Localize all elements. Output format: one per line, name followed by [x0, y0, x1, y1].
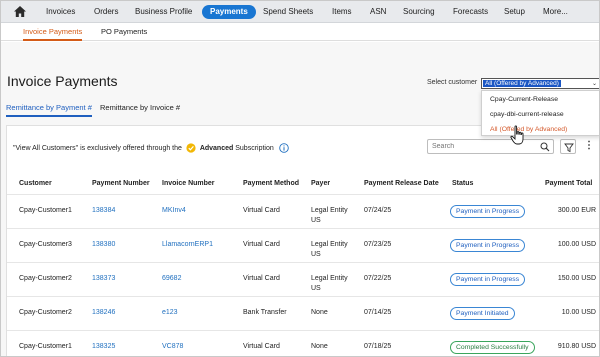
nav-setup[interactable]: Setup [504, 1, 525, 23]
search-box [427, 139, 554, 154]
cell-payment-number[interactable]: 138380 [92, 241, 115, 248]
page-title: Invoice Payments [7, 73, 118, 89]
nav-payments[interactable]: Payments [202, 5, 256, 19]
cell-invoice-number[interactable]: LlamacornERP1 [162, 241, 213, 248]
cell-payment-total: 150.00 USD [557, 275, 596, 282]
cell-payment-total: 300.00 EUR [557, 207, 596, 214]
cell-customer: Cpay-Customer3 [19, 241, 72, 248]
cell-payer: None [311, 343, 328, 350]
cell-payment-number[interactable]: 138325 [92, 343, 115, 350]
subnav-invoice-payments[interactable]: Invoice Payments [23, 23, 83, 41]
nav-asn[interactable]: ASN [370, 1, 386, 23]
search-icon[interactable] [540, 142, 550, 152]
advanced-notice: "View All Customers" is exclusively offe… [13, 143, 289, 153]
notice-suffix: Subscription [235, 144, 274, 152]
cell-payment-total: 100.00 USD [557, 241, 596, 248]
cell-customer: Cpay-Customer2 [19, 309, 72, 316]
cell-release-date: 07/18/25 [364, 343, 392, 350]
tab-remittance-by-payment[interactable]: Remittance by Payment # [6, 101, 92, 117]
col-header-invoice-number: Invoice Number [162, 180, 215, 187]
status-badge: Payment in Progress [450, 205, 526, 218]
cell-release-date: 07/23/25 [364, 241, 392, 248]
status-badge: Payment in Progress [450, 273, 526, 286]
hand-cursor-icon [510, 125, 524, 145]
table-row[interactable]: Cpay-Customer3 138380 LlamacornERP1 Virt… [7, 228, 599, 260]
nav-spend-sheets[interactable]: Spend Sheets [263, 1, 313, 23]
col-header-payment-method: Payment Method [243, 180, 300, 187]
cell-payment-number[interactable]: 138246 [92, 309, 115, 316]
cell-payment-total: 10.00 USD [561, 309, 596, 316]
cell-payer-country: US [311, 285, 321, 292]
cell-payment-method: Virtual Card [243, 343, 280, 350]
customer-dropdown: Cpay-Current-Release cpay-dbi-current-re… [481, 90, 599, 137]
customer-option[interactable]: Cpay-Current-Release [482, 92, 599, 107]
chevron-down-icon: ⌄ [591, 81, 597, 87]
cell-payment-number[interactable]: 138384 [92, 207, 115, 214]
subnav-po-payments[interactable]: PO Payments [101, 23, 147, 41]
cell-invoice-number[interactable]: VC878 [162, 343, 183, 350]
table-row[interactable]: Cpay-Customer2 138373 69682 Virtual Card… [7, 262, 599, 294]
payments-card: "View All Customers" is exclusively offe… [6, 125, 599, 356]
table-row[interactable]: Cpay-Customer1 138325 VC878 Virtual Card… [7, 330, 599, 356]
sub-nav: Invoice Payments PO Payments [1, 23, 599, 41]
cell-release-date: 07/24/25 [364, 207, 392, 214]
cell-payment-number[interactable]: 138373 [92, 275, 115, 282]
notice-prefix: "View All Customers" is exclusively offe… [13, 144, 182, 152]
cell-payer: Legal Entity [311, 207, 348, 214]
cell-payment-method: Virtual Card [243, 241, 280, 248]
col-header-status: Status [452, 180, 474, 187]
table-row[interactable]: Cpay-Customer2 138246 e123 Bank Transfer… [7, 296, 599, 328]
cell-payer: None [311, 309, 328, 316]
col-header-payment-number: Payment Number [92, 180, 150, 187]
cell-release-date: 07/14/25 [364, 309, 392, 316]
table-row[interactable]: Cpay-Customer1 138384 MKInv4 Virtual Car… [7, 194, 599, 226]
cell-payer-country: US [311, 217, 321, 224]
filter-button[interactable] [560, 139, 576, 154]
cell-customer: Cpay-Customer1 [19, 343, 72, 350]
customer-select-label: Select customer [427, 79, 478, 86]
more-options-icon[interactable]: ⋮ [584, 139, 594, 154]
nav-items[interactable]: Items [332, 1, 352, 23]
cell-payment-method: Virtual Card [243, 207, 280, 214]
cell-payer-country: US [311, 251, 321, 258]
customer-option-selected[interactable]: All (Offered by Advanced) [482, 122, 599, 137]
cell-payment-method: Bank Transfer [243, 309, 287, 316]
cell-invoice-number[interactable]: 69682 [162, 275, 181, 282]
cell-payment-total: 910.80 USD [557, 343, 596, 350]
cell-payer: Legal Entity [311, 241, 348, 248]
status-badge: Payment in Progress [450, 239, 526, 252]
customer-select[interactable]: All (Offered by Advanced) ⌄ [481, 78, 599, 89]
cell-payer: Legal Entity [311, 275, 348, 282]
col-header-payer: Payer [311, 180, 331, 187]
nav-sourcing[interactable]: Sourcing [403, 1, 435, 23]
cell-release-date: 07/22/25 [364, 275, 392, 282]
notice-advanced: Advanced [199, 144, 234, 152]
cell-customer: Cpay-Customer2 [19, 275, 72, 282]
customer-option[interactable]: cpay-dbi-current-release [482, 107, 599, 122]
info-icon[interactable] [278, 143, 289, 153]
cell-invoice-number[interactable]: e123 [162, 309, 178, 316]
nav-forecasts[interactable]: Forecasts [453, 1, 488, 23]
cell-customer: Cpay-Customer1 [19, 207, 72, 214]
col-header-release-date: Payment Release Date [364, 180, 439, 187]
app-window: Invoices Orders Business Profile Payment… [0, 0, 600, 357]
advanced-badge-icon [186, 143, 196, 153]
cell-invoice-number[interactable]: MKInv4 [162, 207, 186, 214]
nav-business-profile[interactable]: Business Profile [135, 1, 192, 23]
home-icon[interactable] [13, 5, 27, 18]
top-nav: Invoices Orders Business Profile Payment… [1, 1, 599, 23]
tab-remittance-by-invoice[interactable]: Remittance by Invoice # [100, 101, 180, 117]
nav-more[interactable]: More... [543, 1, 568, 23]
col-header-customer: Customer [19, 180, 52, 187]
col-header-payment-total: Payment Total [545, 180, 593, 187]
status-badge: Payment Initiated [450, 307, 515, 320]
nav-orders[interactable]: Orders [94, 1, 118, 23]
status-badge: Completed Successfully [450, 341, 535, 354]
customer-select-value: All (Offered by Advanced) [483, 80, 561, 87]
nav-invoices[interactable]: Invoices [46, 1, 75, 23]
cell-payment-method: Virtual Card [243, 275, 280, 282]
filter-icon [564, 143, 574, 153]
